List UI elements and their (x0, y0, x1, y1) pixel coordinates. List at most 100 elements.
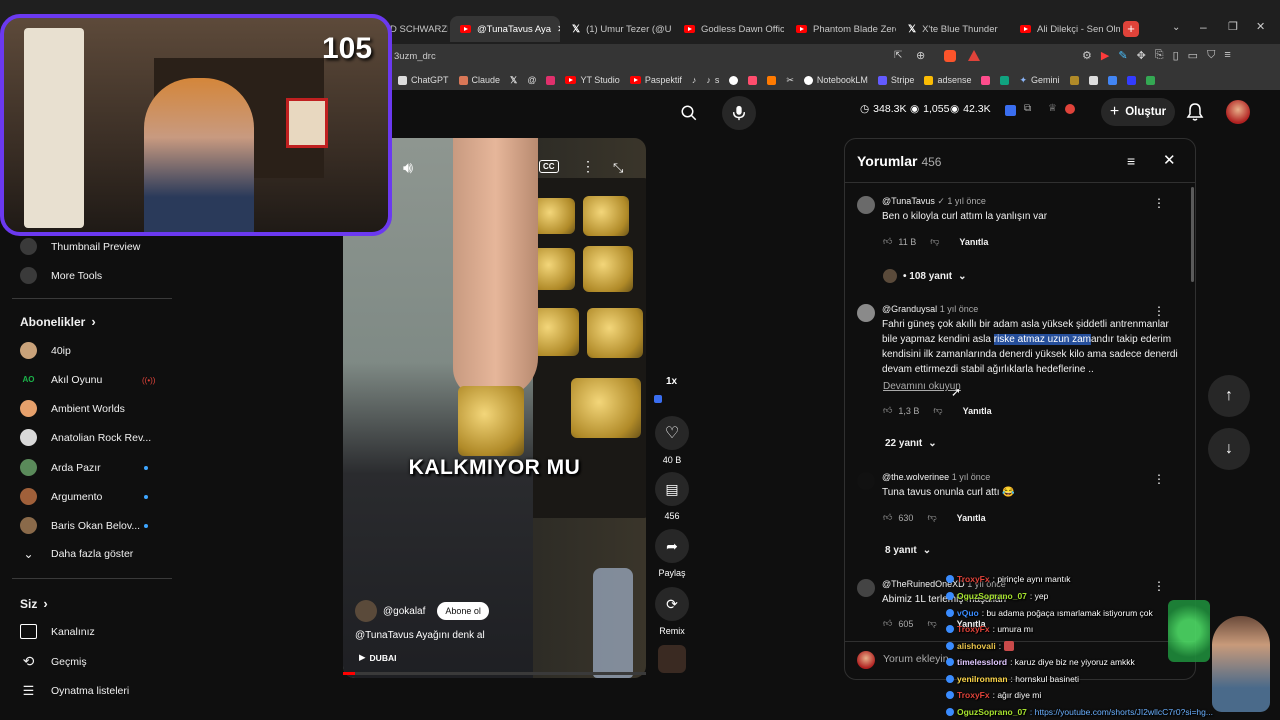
create-button[interactable]: + Oluştur (1101, 98, 1175, 126)
bookmark-x[interactable]: 𝕏 (510, 75, 517, 86)
more-options-icon[interactable]: ⋮ (581, 158, 595, 175)
bookmark-misc[interactable] (981, 75, 991, 85)
brave-shield-icon[interactable] (944, 50, 956, 62)
avatar[interactable] (857, 304, 875, 322)
bookmark-misc[interactable] (729, 75, 739, 85)
thumbs-up-icon[interactable]: 👍︎ (883, 405, 892, 416)
extension-icon[interactable]: ⎘ (1155, 49, 1164, 62)
sidebar-item-subscription[interactable]: Anatolian Rock Rev... (20, 429, 151, 446)
bookmark-adsense[interactable]: adsense (924, 75, 971, 85)
channel-name[interactable]: @gokalaf (383, 606, 425, 617)
trophy-icon[interactable]: ♕ (1048, 103, 1057, 114)
maximize-icon[interactable]: ❐ (1228, 20, 1238, 33)
thumbs-up-icon[interactable]: 👍︎ (883, 618, 892, 629)
bookmark-gemini[interactable]: ✦ Gemini (1019, 75, 1059, 86)
thumbs-down-icon[interactable]: 👎︎ (933, 405, 942, 416)
thumbs-up-icon[interactable]: 👍︎ (883, 236, 892, 247)
remix-button[interactable]: ⟳ (655, 587, 689, 621)
avatar[interactable] (857, 472, 875, 490)
thumbs-up-icon[interactable]: 👍︎ (883, 512, 892, 523)
reply-button[interactable]: Yanıtla (959, 237, 988, 247)
sidebar-item-thumbnail-preview[interactable]: Thumbnail Preview (20, 238, 140, 255)
comments-button[interactable]: ▤ (655, 472, 689, 506)
like-action[interactable]: ♡ 40 B (655, 416, 689, 465)
avatar[interactable] (857, 579, 875, 597)
share-icon[interactable]: ⇱ (894, 50, 902, 61)
browser-tab[interactable]: Phantom Blade Zero (786, 16, 896, 42)
extension-icon[interactable]: ▶ (1101, 49, 1109, 62)
scrollbar-thumb[interactable] (1191, 187, 1194, 282)
sidebar-item-your-channel[interactable]: Kanalınız (20, 624, 95, 639)
bookmark-claude[interactable]: Claude (458, 75, 500, 85)
like-button[interactable]: ♡ (655, 416, 689, 450)
bookmark-misc[interactable] (1088, 75, 1098, 85)
sort-icon[interactable]: ≡ (1127, 153, 1135, 169)
bookmark-threads[interactable]: @ (527, 75, 536, 85)
add-comment-input[interactable]: Yorum ekleyin (883, 653, 949, 665)
bookmark-paspektif[interactable]: Paspektif (629, 75, 682, 85)
sound-thumbnail[interactable] (658, 645, 686, 673)
thumbs-down-icon[interactable]: 👎︎ (927, 618, 936, 629)
bookmark-misc[interactable] (767, 75, 777, 85)
captions-icon[interactable]: CC (539, 160, 559, 173)
sidebar-icon[interactable]: ▯ (1173, 49, 1179, 62)
close-window-icon[interactable]: ✕ (1256, 20, 1265, 33)
bookmark-tiktok[interactable]: ♪ (692, 75, 697, 85)
tab-list-icon[interactable]: ⌄ (1172, 22, 1180, 33)
close-icon[interactable]: ✕ (1163, 151, 1176, 169)
avatar[interactable] (1226, 100, 1250, 124)
bookmark-tiktok-s[interactable]: ♪ s (706, 75, 719, 85)
extension-icon[interactable] (654, 395, 662, 403)
more-options-icon[interactable]: ⋮ (1153, 196, 1165, 210)
bookmark-misc[interactable] (1000, 75, 1010, 85)
sidebar-show-more[interactable]: ⌄ Daha fazla göster (20, 547, 133, 561)
share-action[interactable]: ➦ Paylaş (655, 529, 689, 578)
sidebar-item-playlists[interactable]: ☰ Oynatma listeleri (20, 683, 130, 699)
zoom-icon[interactable]: ⊕ (916, 49, 925, 62)
playback-speed[interactable]: 1x (666, 376, 677, 387)
puzzle-icon[interactable]: ✥ (1137, 49, 1146, 62)
more-options-icon[interactable]: ⋮ (1153, 472, 1165, 486)
you-heading[interactable]: Siz › (20, 596, 48, 611)
alert-icon[interactable] (1065, 104, 1075, 114)
fullscreen-icon[interactable]: ⤡ (613, 160, 623, 176)
progress-bar[interactable] (343, 672, 646, 675)
sidebar-item-subscription[interactable]: Arda Pazır (20, 459, 101, 476)
avatar[interactable] (857, 196, 875, 214)
notifications-button[interactable] (1186, 102, 1204, 125)
extension-icon[interactable]: ⚙ (1082, 49, 1092, 62)
search-button[interactable] (670, 98, 708, 128)
browser-tab[interactable]: 𝕏 X'te Blue Thunder (898, 16, 1008, 42)
remix-action[interactable]: ⟳ Remix (655, 587, 689, 636)
bookmark-misc[interactable] (1145, 75, 1155, 85)
wallet-icon[interactable]: ▭ (1188, 49, 1198, 62)
tag-icon[interactable]: ⧉ (1024, 103, 1031, 114)
thumbs-down-icon[interactable]: 👎︎ (927, 512, 936, 523)
bookmark-misc[interactable] (1069, 75, 1079, 85)
extension-icon[interactable] (1005, 105, 1016, 116)
sidebar-item-history[interactable]: ⟲ Geçmiş (20, 653, 87, 670)
rewards-icon[interactable] (968, 50, 980, 61)
browser-tab-active[interactable]: @TunaTavus Aya ✕ (450, 16, 560, 42)
sidebar-item-subscription[interactable]: Baris Okan Belov... (20, 517, 140, 534)
view-replies-button[interactable]: • 108 yanıt ⌄ (883, 269, 966, 283)
bookmark-misc[interactable] (1126, 75, 1136, 85)
bookmark-misc[interactable] (1107, 75, 1117, 85)
view-replies-button[interactable]: 8 yanıt ⌄ (885, 545, 931, 556)
browser-tab[interactable]: 𝕏 (1) Umur Tezer (@Um (562, 16, 672, 42)
vpn-icon[interactable]: ⛉ (1207, 49, 1215, 62)
bookmark-notebooklm[interactable]: NotebookLM (803, 75, 868, 85)
browser-tab[interactable]: Ali Dilekçi - Sen Olma (1010, 16, 1120, 42)
bookmark-instagram[interactable] (546, 75, 556, 85)
video-description[interactable]: @TunaTavus Ayağını denk al (355, 630, 485, 641)
sidebar-item-subscription[interactable]: Argumento (20, 488, 102, 505)
bookmark-misc[interactable]: ✂ (786, 75, 794, 86)
comments-action[interactable]: ▤ 456 (655, 472, 689, 521)
reply-button[interactable]: Yanıtla (957, 513, 986, 523)
scroll-up-button[interactable]: ↑ (1208, 375, 1250, 417)
url-field[interactable]: 3uzm_drc (394, 51, 436, 62)
more-options-icon[interactable]: ⋮ (1153, 304, 1165, 318)
location-tag[interactable]: ▶ DUBAI (359, 652, 396, 663)
close-icon[interactable]: ✕ (557, 24, 560, 35)
read-more-link[interactable]: Devamını okuyun (883, 381, 961, 392)
